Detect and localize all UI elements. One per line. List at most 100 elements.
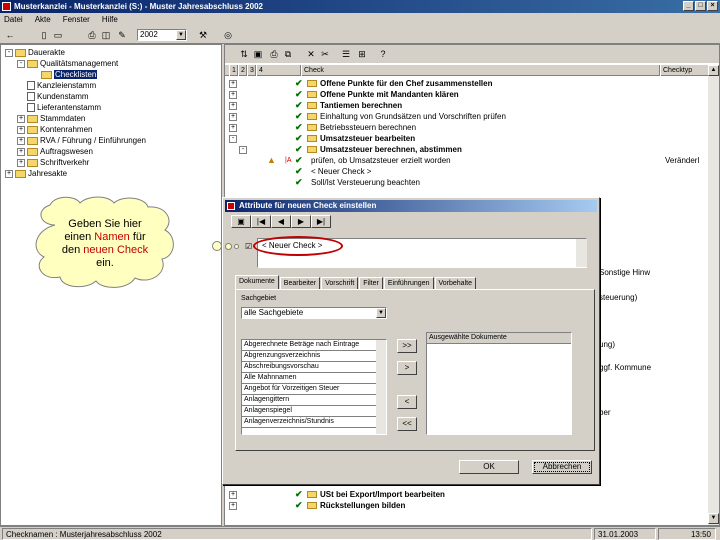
tree-item-auftragswesen[interactable]: + Auftragswesen	[17, 146, 93, 157]
vertical-scrollbar[interactable]: ▲ ▼	[708, 65, 719, 525]
cut-icon[interactable]: ✂	[319, 48, 331, 60]
previous-record-icon[interactable]: ◀	[271, 215, 291, 228]
next-record-icon[interactable]: ▶	[291, 215, 311, 228]
maximize-button[interactable]: □	[695, 1, 706, 11]
remove-button[interactable]: <	[397, 395, 417, 409]
table-row[interactable]: ✔ < Neuer Check >	[225, 166, 709, 177]
list-item[interactable]: Anlagengittern	[242, 395, 386, 406]
tree-item-rva[interactable]: + RVA / Führung / Einführungen	[17, 135, 146, 146]
layout-icon[interactable]: ⊞	[356, 48, 368, 60]
first-record-icon[interactable]: |◀	[251, 215, 271, 228]
tree-item-lieferantenstamm[interactable]: Lieferantenstamm	[27, 102, 101, 113]
expand-icon[interactable]: +	[229, 502, 237, 510]
checkmark-icon[interactable]: ✔	[295, 101, 304, 110]
back-icon[interactable]: ←	[4, 29, 16, 41]
table-row[interactable]: + ✔ Offene Punkte für den Chef zusammens…	[225, 78, 709, 89]
properties-icon[interactable]: ☰	[340, 48, 352, 60]
checkmark-icon[interactable]: ✔	[295, 134, 304, 143]
last-record-icon[interactable]: ▶|	[311, 215, 331, 228]
year-select[interactable]: 2002 ▼	[137, 29, 187, 41]
ok-button[interactable]: OK	[459, 460, 519, 474]
add-button[interactable]: >	[397, 361, 417, 375]
checkmark-icon[interactable]: ✔	[295, 145, 304, 154]
table-row[interactable]: + ✔ Tantiemen berechnen	[225, 100, 709, 111]
table-row[interactable]: ung)	[599, 339, 699, 350]
chevron-down-icon[interactable]: ▼	[376, 308, 386, 318]
tree-item-stammdaten[interactable]: + Stammdaten	[17, 113, 85, 124]
table-row[interactable]: + ✔ Offene Punkte mit Mandanten klären	[225, 89, 709, 100]
expand-icon[interactable]: +	[229, 124, 237, 132]
menu-datei[interactable]: Datei	[4, 13, 23, 26]
collapse-icon[interactable]: -	[229, 135, 237, 143]
list-item[interactable]: Abgerechnete Beträge nach Eintrage	[242, 340, 386, 351]
checkmark-icon[interactable]: ✔	[295, 501, 304, 510]
column-header[interactable]: Checktyp	[660, 65, 709, 76]
checkmark-icon[interactable]: ✔	[295, 156, 304, 165]
table-row[interactable]: Sonstige Hinw	[599, 267, 699, 278]
list-scrollbar[interactable]	[376, 340, 386, 434]
expand-icon[interactable]: +	[17, 114, 25, 123]
table-row[interactable]: + ✔ Rückstellungen bilden	[225, 500, 709, 511]
expand-icon[interactable]: +	[229, 91, 237, 99]
menu-hilfe[interactable]: Hilfe	[102, 13, 118, 26]
checkmark-icon[interactable]: ✔	[295, 112, 304, 121]
new-document-icon[interactable]: ▯	[38, 29, 50, 41]
table-row[interactable]: ✔ Soll/Ist Versteuerung beachten	[225, 177, 709, 188]
info-icon[interactable]: ?	[377, 48, 389, 60]
list-item[interactable]: Abschreibungsvorschau	[242, 362, 386, 373]
tree-item-kontenrahmen[interactable]: + Kontenrahmen	[17, 124, 92, 135]
expand-icon[interactable]: +	[5, 169, 13, 178]
expand-icon[interactable]: +	[17, 125, 25, 134]
collapse-icon[interactable]: -	[17, 59, 25, 68]
tree-item-schriftverkehr[interactable]: + Schriftverkehr	[17, 157, 89, 168]
table-row[interactable]: steuerung)	[599, 292, 699, 303]
list-item[interactable]: Anlagenverzeichnis/Stundnis	[242, 417, 386, 428]
column-header[interactable]: Check	[301, 65, 660, 76]
checkmark-icon[interactable]: ✔	[295, 167, 304, 176]
available-documents-list[interactable]: Abgerechnete Beträge nach Eintrage Abgre…	[241, 339, 387, 435]
tree-item-dauerakte[interactable]: - Dauerakte	[5, 47, 65, 58]
list-item[interactable]: Alle Mahnnamen	[242, 373, 386, 384]
checkmark-icon[interactable]: ✔	[295, 178, 304, 187]
edit-icon[interactable]: ✎	[116, 29, 128, 41]
menu-fenster[interactable]: Fenster	[63, 13, 90, 26]
checkmark-icon[interactable]: ✔	[295, 79, 304, 88]
expand-icon[interactable]: +	[229, 102, 237, 110]
column-header[interactable]: 4	[256, 65, 301, 76]
sachgebiet-select[interactable]: alle Sachgebiete ▼	[241, 307, 387, 319]
expand-icon[interactable]: +	[229, 491, 237, 499]
table-row[interactable]: ber	[599, 407, 699, 418]
selected-documents-list[interactable]: Ausgewählte Dokumente	[426, 332, 572, 435]
save-icon[interactable]: ▣	[252, 48, 264, 60]
table-row[interactable]: - ✔ Umsatzsteuer bearbeiten	[225, 133, 709, 144]
tree-item-kundenstamm[interactable]: Kundenstamm	[27, 91, 89, 102]
save-icon[interactable]: ▣	[231, 215, 251, 228]
checkmark-icon[interactable]: ✔	[295, 490, 304, 499]
tree-item-checklisten[interactable]: Checklisten	[41, 69, 98, 80]
scroll-down-icon[interactable]: ▼	[708, 513, 719, 524]
minimize-button[interactable]: _	[683, 1, 694, 11]
collapse-icon[interactable]: -	[239, 146, 247, 154]
column-header[interactable]: 3	[247, 65, 256, 76]
preview-icon[interactable]: ◫	[100, 29, 112, 41]
expand-icon[interactable]: +	[17, 136, 25, 145]
list-item[interactable]: Angebot für Vorzeitigen Steuer	[242, 384, 386, 395]
collapse-icon[interactable]: -	[5, 48, 13, 57]
table-row[interactable]: ▲ |A ✔ prüfen, ob Umsatzsteuer erzielt w…	[225, 155, 709, 166]
open-folder-icon[interactable]: ▭	[52, 29, 64, 41]
delete-icon[interactable]: ✕	[305, 48, 317, 60]
scroll-up-icon[interactable]: ▲	[708, 65, 719, 76]
name-scrollbar[interactable]	[576, 239, 587, 267]
cancel-button[interactable]: Abbrechen	[532, 460, 592, 474]
expand-icon[interactable]: +	[229, 113, 237, 121]
close-button[interactable]: ×	[707, 1, 718, 11]
tree-item-kanzleienstamm[interactable]: Kanzleienstamm	[27, 80, 96, 91]
list-item[interactable]: Anlagenspiegel	[242, 406, 386, 417]
tree-item-jahresakte[interactable]: + Jahresakte	[5, 168, 67, 179]
expand-icon[interactable]: +	[17, 147, 25, 156]
table-row[interactable]: + ✔ Einhaltung von Grundsätzen und Vorsc…	[225, 111, 709, 122]
expand-icon[interactable]: +	[229, 80, 237, 88]
table-row[interactable]: + ✔ USt bei Export/Import bearbeiten	[225, 489, 709, 500]
checkmark-icon[interactable]: ✔	[295, 90, 304, 99]
table-row[interactable]: + ✔ Betriebssteuern berechnen	[225, 122, 709, 133]
